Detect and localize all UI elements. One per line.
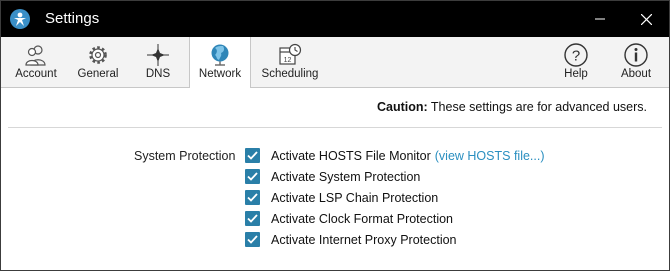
clock-format-option[interactable]: Activate Clock Format Protection bbox=[245, 210, 453, 227]
tab-label: Account bbox=[15, 68, 57, 80]
option-label: Activate HOSTS File Monitor bbox=[271, 148, 431, 163]
tab-scheduling[interactable]: 12 Scheduling bbox=[256, 37, 324, 87]
hosts-monitor-option[interactable]: Activate HOSTS File Monitor (view HOSTS … bbox=[245, 147, 545, 164]
system-protection-option[interactable]: Activate System Protection bbox=[245, 168, 420, 185]
divider bbox=[8, 127, 662, 128]
option-label: Activate Internet Proxy Protection bbox=[271, 232, 457, 247]
tab-label: Network bbox=[198, 68, 242, 80]
tab-network[interactable]: Network bbox=[189, 37, 251, 88]
about-button[interactable]: About bbox=[614, 37, 658, 87]
crosshair-icon bbox=[147, 44, 169, 66]
internet-proxy-checkbox[interactable] bbox=[245, 232, 260, 247]
system-protection-checkbox[interactable] bbox=[245, 169, 260, 184]
tab-label: Scheduling bbox=[261, 68, 319, 80]
minimize-button[interactable] bbox=[577, 1, 623, 37]
svg-text:12: 12 bbox=[284, 57, 292, 64]
minimize-icon bbox=[595, 18, 605, 20]
settings-window: Settings Account General DNS Network 12 … bbox=[0, 0, 670, 271]
caution-text: These settings are for advanced users. bbox=[430, 100, 647, 114]
checkmark-icon bbox=[247, 193, 258, 202]
toolbar: Account General DNS Network 12 Schedulin… bbox=[1, 37, 669, 88]
window-title: Settings bbox=[45, 10, 100, 27]
tab-label: DNS bbox=[145, 68, 171, 80]
close-icon bbox=[640, 13, 652, 25]
tab-label: General bbox=[77, 68, 119, 80]
tab-account[interactable]: Account bbox=[8, 37, 64, 87]
checkmark-icon bbox=[247, 172, 258, 181]
app-logo-icon bbox=[10, 9, 30, 29]
clock-format-checkbox[interactable] bbox=[245, 211, 260, 226]
lsp-chain-option[interactable]: Activate LSP Chain Protection bbox=[245, 189, 438, 206]
caution-notice: Caution: These settings are for advanced… bbox=[377, 100, 647, 114]
users-icon bbox=[25, 45, 46, 66]
internet-proxy-option[interactable]: Activate Internet Proxy Protection bbox=[245, 231, 457, 248]
lsp-chain-checkbox[interactable] bbox=[245, 190, 260, 205]
about-label: About bbox=[620, 68, 652, 80]
tab-general[interactable]: General bbox=[69, 37, 127, 87]
svg-text:?: ? bbox=[572, 48, 580, 65]
title-bar: Settings bbox=[1, 1, 669, 37]
checkmark-icon bbox=[247, 235, 258, 244]
help-label: Help bbox=[564, 68, 588, 80]
system-protection-label: System Protection bbox=[134, 149, 236, 163]
gear-icon bbox=[89, 46, 107, 64]
calendar-clock-icon: 12 bbox=[279, 43, 302, 65]
tab-dns[interactable]: DNS bbox=[132, 37, 184, 87]
view-hosts-file-link[interactable]: (view HOSTS file...) bbox=[435, 149, 545, 163]
hosts-monitor-checkbox[interactable] bbox=[245, 148, 260, 163]
help-button[interactable]: ? Help bbox=[556, 37, 596, 87]
globe-icon bbox=[211, 44, 229, 66]
option-label: Activate System Protection bbox=[271, 169, 421, 184]
close-button[interactable] bbox=[623, 1, 669, 37]
help-icon: ? bbox=[564, 43, 588, 67]
checkmark-icon bbox=[247, 151, 258, 160]
option-label: Activate Clock Format Protection bbox=[271, 211, 454, 226]
option-label: Activate LSP Chain Protection bbox=[271, 190, 439, 205]
caution-strong: Caution: bbox=[376, 100, 428, 114]
info-icon bbox=[624, 43, 648, 67]
checkmark-icon bbox=[247, 214, 258, 223]
